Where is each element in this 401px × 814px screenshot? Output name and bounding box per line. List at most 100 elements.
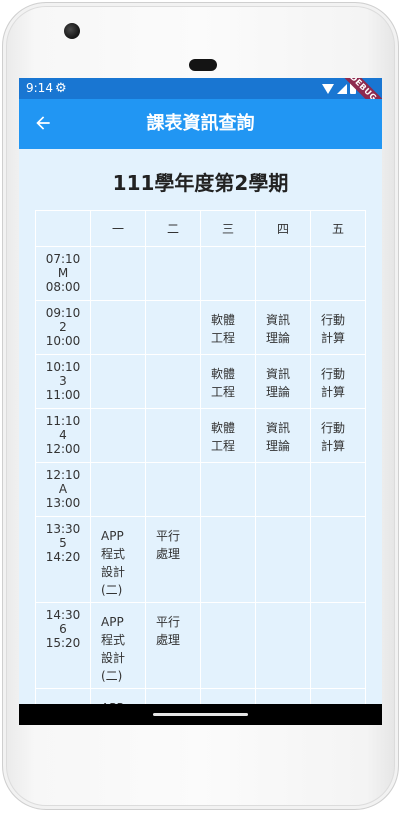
period-end: 08:00 <box>45 280 81 294</box>
course-cell: 資訊理論 <box>255 354 311 409</box>
course-cell <box>255 602 311 689</box>
course-cell <box>145 408 201 463</box>
course-cell <box>200 602 256 689</box>
course-cell: 行動計算 <box>310 354 366 409</box>
course-name: 平行處理 <box>156 529 181 561</box>
course-cell <box>255 516 311 603</box>
period-period: 6 <box>59 622 67 636</box>
schedule-body: 07:10 M 08:00 09:10 2 10:00 軟體工程 資訊理論 行動計算 10:10 3… <box>35 246 366 725</box>
course-name: 軟體工程 <box>211 421 236 453</box>
period-period: 4 <box>59 428 67 442</box>
course-name: 軟體工程 <box>211 313 236 345</box>
course-name: 平行處理 <box>156 615 181 647</box>
day-header-row: 一 二 三 四 五 <box>35 210 366 247</box>
course-cell: APP程式設計(二) <box>90 516 146 603</box>
course-name: 行動計算 <box>321 313 346 345</box>
schedule-row: 14:30 6 15:20 APP程式設計(二) 平行處理 <box>35 602 366 689</box>
course-name: 資訊理論 <box>266 313 291 345</box>
period-start: 10:10 <box>45 360 81 374</box>
earpiece-speaker <box>189 59 217 71</box>
course-cell: 軟體工程 <box>200 408 256 463</box>
course-cell <box>145 354 201 409</box>
course-cell <box>145 462 201 517</box>
course-cell: 軟體工程 <box>200 354 256 409</box>
page-title: 課表資訊查詢 <box>146 113 255 134</box>
course-cell: 行動計算 <box>310 300 366 355</box>
period-end: 11:00 <box>45 388 81 402</box>
wifi-icon <box>322 83 334 94</box>
schedule-content: 111學年度第2學期 一 二 三 四 五 07:10 M 08:00 09:10 2 10… <box>19 149 382 725</box>
schedule-row: 10:10 3 11:00 軟體工程 資訊理論 行動計算 <box>35 354 366 409</box>
course-cell <box>310 602 366 689</box>
course-name: APP程式設計(二) <box>101 529 126 597</box>
course-cell <box>90 408 146 463</box>
period-period: 2 <box>59 320 67 334</box>
course-name: 資訊理論 <box>266 367 291 399</box>
home-gesture-handle[interactable] <box>153 713 248 716</box>
status-bar: 9:14 ⚙ DEBUG <box>19 78 382 117</box>
period-cell: 07:10 M 08:00 <box>35 246 91 301</box>
course-cell <box>255 462 311 517</box>
signal-icon <box>337 83 347 94</box>
period-cell: 09:10 2 10:00 <box>35 300 91 355</box>
course-cell <box>255 246 311 301</box>
course-cell <box>310 246 366 301</box>
course-cell <box>145 300 201 355</box>
navigation-bar <box>19 704 382 725</box>
day-header-thu: 四 <box>255 210 311 247</box>
period-cell: 14:30 6 15:20 <box>35 602 91 689</box>
schedule-row: 09:10 2 10:00 軟體工程 資訊理論 行動計算 <box>35 300 366 355</box>
day-header-wed: 三 <box>200 210 256 247</box>
front-camera <box>64 23 80 39</box>
schedule-row: 07:10 M 08:00 <box>35 246 366 301</box>
period-period: A <box>58 482 68 496</box>
period-period: 5 <box>59 536 67 550</box>
course-cell: 平行處理 <box>145 516 201 603</box>
course-name: 軟體工程 <box>211 367 236 399</box>
day-header-mon: 一 <box>90 210 146 247</box>
course-cell <box>145 246 201 301</box>
semester-title: 111學年度第2學期 <box>112 171 289 195</box>
day-header-tue: 二 <box>145 210 201 247</box>
course-cell <box>200 462 256 517</box>
course-cell <box>200 516 256 603</box>
course-cell: 軟體工程 <box>200 300 256 355</box>
course-name: 行動計算 <box>321 367 346 399</box>
period-end: 10:00 <box>45 334 81 348</box>
course-cell <box>310 516 366 603</box>
course-cell <box>90 462 146 517</box>
period-cell: 13:30 5 14:20 <box>35 516 91 603</box>
day-header-corner <box>35 210 91 247</box>
period-period: 3 <box>59 374 67 388</box>
course-name: APP程式設計(二) <box>101 615 126 683</box>
period-end: 13:00 <box>45 496 81 510</box>
day-header-fri: 五 <box>310 210 366 247</box>
schedule-row: 11:10 4 12:00 軟體工程 資訊理論 行動計算 <box>35 408 366 463</box>
course-cell <box>90 300 146 355</box>
period-start: 09:10 <box>45 306 81 320</box>
status-time: 9:14 <box>26 81 53 95</box>
period-end: 14:20 <box>45 550 81 564</box>
course-cell <box>310 462 366 517</box>
period-start: 12:10 <box>45 468 81 482</box>
course-cell: 資訊理論 <box>255 300 311 355</box>
period-period: M <box>57 266 69 280</box>
app-bar: 課表資訊查詢 <box>19 99 382 149</box>
period-start: 07:10 <box>45 252 81 266</box>
schedule-row: 13:30 5 14:20 APP程式設計(二) 平行處理 <box>35 516 366 603</box>
app-screen: 9:14 ⚙ DEBUG 課表資訊查詢 111學年度第2學期 一 二 三 四 五… <box>19 78 382 725</box>
period-start: 14:30 <box>45 608 81 622</box>
course-cell: 資訊理論 <box>255 408 311 463</box>
period-start: 11:10 <box>45 414 81 428</box>
period-start: 13:30 <box>45 522 81 536</box>
course-name: 資訊理論 <box>266 421 291 453</box>
period-cell: 10:10 3 11:00 <box>35 354 91 409</box>
course-cell <box>200 246 256 301</box>
course-cell: 平行處理 <box>145 602 201 689</box>
period-cell: 12:10 A 13:00 <box>35 462 91 517</box>
course-name: 行動計算 <box>321 421 346 453</box>
schedule-table: 一 二 三 四 五 07:10 M 08:00 09:10 2 10:00 軟體工程 資訊理論… <box>35 210 366 725</box>
course-cell: 行動計算 <box>310 408 366 463</box>
course-cell <box>90 246 146 301</box>
schedule-row: 12:10 A 13:00 <box>35 462 366 517</box>
